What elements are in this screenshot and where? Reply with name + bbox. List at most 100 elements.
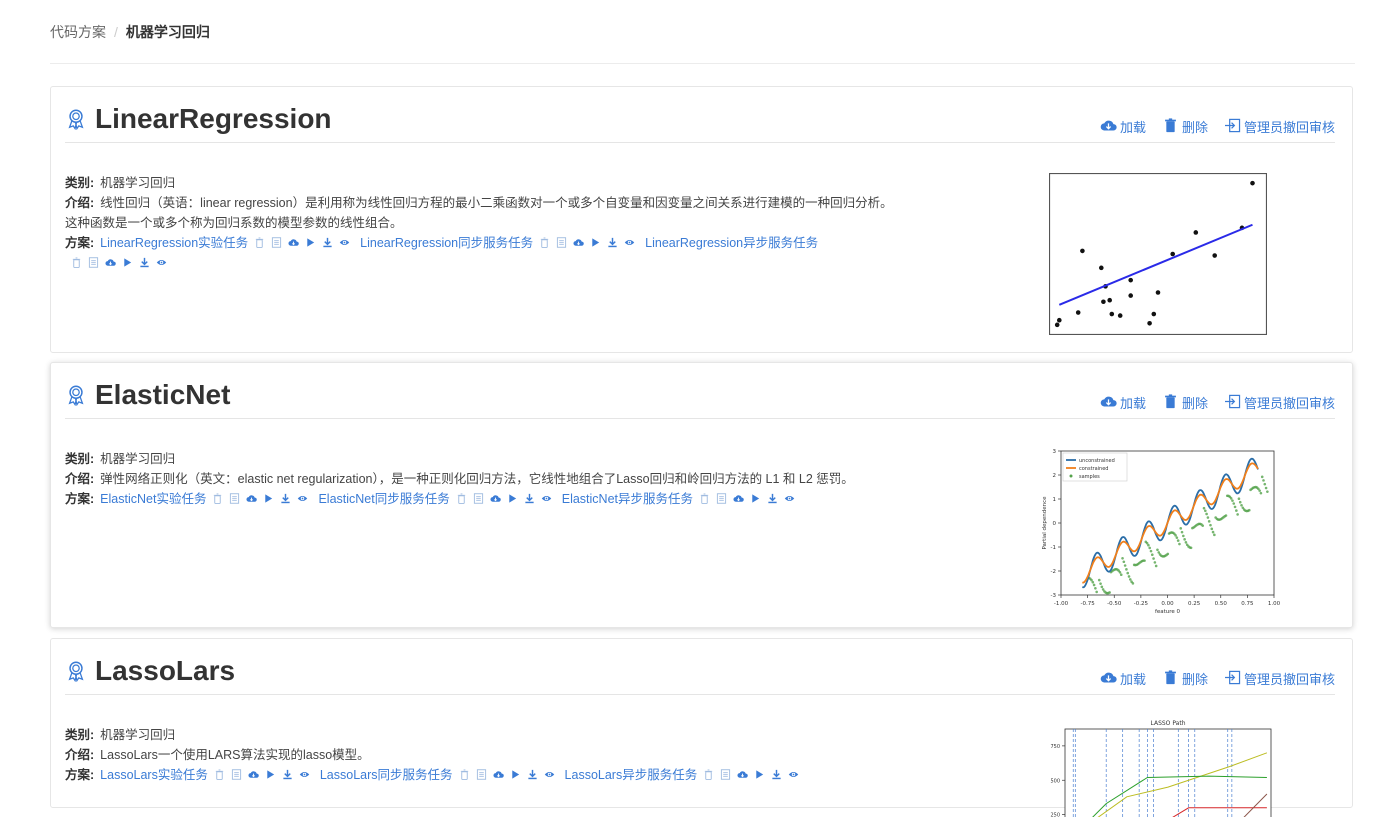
delete-button[interactable]: 删除 [1162, 117, 1208, 136]
document-icon[interactable] [88, 254, 99, 274]
plan-link[interactable]: ElasticNet异步服务任务 [562, 492, 693, 506]
eye-icon[interactable] [541, 490, 552, 510]
card-title: ElasticNet [65, 379, 230, 411]
top-divider [50, 63, 1355, 64]
x-tick-label: -0.75 [1081, 601, 1096, 607]
download-icon[interactable] [282, 766, 293, 786]
cloud-upload-icon[interactable] [737, 766, 749, 786]
play-icon[interactable] [750, 490, 761, 510]
eye-icon[interactable] [544, 766, 555, 786]
card-header: LassoLars 加载 删除 管理员撤回审核 [65, 639, 1335, 695]
download-icon[interactable] [524, 490, 535, 510]
play-icon[interactable] [305, 234, 316, 254]
breadcrumb-current: 机器学习回归 [125, 24, 210, 40]
play-icon[interactable] [263, 490, 274, 510]
eye-icon[interactable] [156, 254, 167, 274]
sample-point [1209, 523, 1212, 527]
document-icon[interactable] [231, 766, 242, 786]
eye-icon[interactable] [299, 766, 310, 786]
delete-button[interactable]: 删除 [1162, 669, 1208, 688]
delete-plan-icon[interactable] [456, 490, 467, 510]
download-icon[interactable] [280, 490, 291, 510]
card-actions: 加载 删除 管理员撤回审核 [1100, 393, 1335, 412]
play-icon[interactable] [754, 766, 765, 786]
card-title-text: ElasticNet [95, 379, 231, 410]
revoke-review-button[interactable]: 管理员撤回审核 [1224, 669, 1335, 688]
plan-link[interactable]: LassoLars同步服务任务 [320, 768, 453, 782]
plan-link[interactable]: LinearRegression异步服务任务 [645, 236, 818, 250]
delete-plan-icon[interactable] [71, 254, 82, 274]
cloud-upload-icon[interactable] [248, 766, 259, 786]
delete-plan-icon[interactable] [539, 234, 550, 254]
plan-icons [539, 234, 635, 254]
plan-link[interactable]: ElasticNet实验任务 [100, 492, 206, 506]
intro-label: 介绍: [65, 748, 95, 762]
download-icon[interactable] [767, 490, 778, 510]
plan-link[interactable]: LassoLars实验任务 [100, 768, 208, 782]
load-button[interactable]: 加载 [1100, 669, 1146, 688]
play-icon[interactable] [507, 490, 518, 510]
y-tick-label: -1 [1051, 545, 1056, 551]
plan-link[interactable]: LassoLars异步服务任务 [565, 768, 698, 782]
sample-point [1229, 497, 1233, 500]
plan-link[interactable]: ElasticNet同步服务任务 [318, 492, 449, 506]
sample-point [1143, 559, 1146, 562]
cloud-upload-icon [1100, 394, 1117, 412]
delete-plan-icon[interactable] [699, 490, 710, 510]
document-icon[interactable] [716, 490, 727, 510]
delete-plan-icon[interactable] [212, 490, 223, 510]
load-button[interactable]: 加载 [1100, 117, 1146, 136]
cloud-upload-icon[interactable] [288, 234, 299, 254]
download-icon[interactable] [527, 766, 538, 786]
x-tick-label: -1.00 [1054, 601, 1069, 607]
sample-point [1125, 568, 1128, 571]
plan-link[interactable]: LinearRegression实验任务 [100, 236, 248, 250]
sample-point [1232, 502, 1236, 505]
delete-plan-icon[interactable] [703, 766, 714, 786]
plan-link[interactable]: LinearRegression同步服务任务 [360, 236, 533, 250]
delete-plan-icon[interactable] [459, 766, 470, 786]
algorithm-card: ElasticNet 加载 删除 管理员撤回审核 类别: 机器学习回归 介绍: 弹性网络正则化… [50, 362, 1353, 628]
data-point [1109, 311, 1115, 317]
cloud-upload-icon[interactable] [490, 490, 501, 510]
delete-plan-icon[interactable] [254, 234, 265, 254]
delete-plan-icon[interactable] [214, 766, 225, 786]
eye-icon[interactable] [339, 234, 350, 254]
revoke-review-button[interactable]: 管理员撤回审核 [1224, 393, 1335, 412]
sample-point [1129, 578, 1132, 581]
download-icon[interactable] [322, 234, 333, 254]
play-icon[interactable] [122, 254, 133, 274]
data-point [1117, 313, 1123, 318]
breadcrumb-parent[interactable]: 代码方案 [50, 24, 106, 40]
play-icon[interactable] [510, 766, 521, 786]
play-icon[interactable] [265, 766, 276, 786]
cloud-upload-icon[interactable] [246, 490, 258, 510]
cloud-upload-icon[interactable] [573, 234, 584, 254]
download-icon[interactable] [139, 254, 150, 274]
cloud-upload-icon[interactable] [105, 254, 116, 274]
document-icon[interactable] [473, 490, 484, 510]
revoke-label: 管理员撤回审核 [1243, 672, 1335, 687]
delete-button[interactable]: 删除 [1162, 393, 1208, 412]
plans-label: 方案: [65, 768, 95, 782]
document-icon[interactable] [476, 766, 487, 786]
cloud-upload-icon[interactable] [733, 490, 744, 510]
play-icon[interactable] [590, 234, 601, 254]
document-icon[interactable] [229, 490, 240, 510]
y-tick-label: -3 [1051, 593, 1057, 599]
eye-icon[interactable] [784, 490, 795, 510]
load-button[interactable]: 加载 [1100, 393, 1146, 412]
cloud-upload-icon[interactable] [493, 766, 504, 786]
eye-icon[interactable] [788, 766, 799, 786]
sample-point [1247, 508, 1251, 512]
eye-icon[interactable] [624, 234, 635, 254]
revoke-review-button[interactable]: 管理员撤回审核 [1224, 117, 1335, 136]
download-icon[interactable] [771, 766, 782, 786]
sample-point [1259, 491, 1263, 495]
download-icon[interactable] [607, 234, 618, 254]
document-icon[interactable] [720, 766, 731, 786]
sample-point [1147, 543, 1150, 547]
document-icon[interactable] [271, 234, 282, 254]
document-icon[interactable] [556, 234, 567, 254]
eye-icon[interactable] [297, 490, 308, 510]
